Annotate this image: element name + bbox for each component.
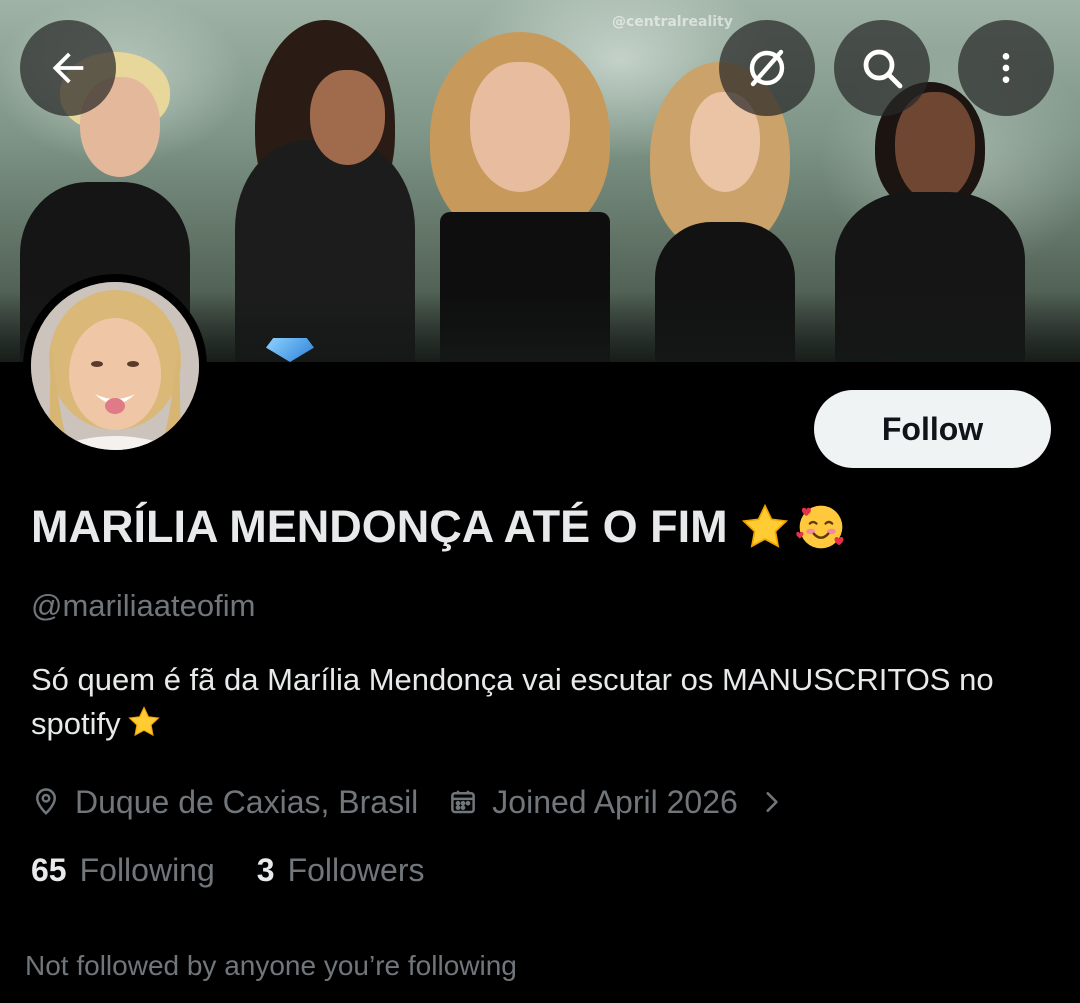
bio: Só quem é fã da Marília Mendonça vai esc… bbox=[31, 658, 1031, 746]
followers-link[interactable]: 3 Followers bbox=[257, 852, 425, 889]
follow-button[interactable]: Follow bbox=[814, 390, 1051, 468]
following-count: 65 bbox=[31, 852, 67, 888]
grok-button[interactable] bbox=[719, 20, 815, 116]
bio-text: Só quem é fã da Marília Mendonça vai esc… bbox=[31, 662, 994, 741]
back-button[interactable] bbox=[20, 20, 116, 116]
display-name-text: MARÍLIA MENDONÇA ATÉ O FIM bbox=[31, 501, 728, 552]
following-link[interactable]: 65 Following bbox=[31, 852, 215, 889]
banner-watermark: @centralreality bbox=[612, 14, 733, 30]
smiling-face-with-hearts-icon bbox=[795, 505, 844, 549]
search-icon bbox=[863, 49, 903, 89]
more-button[interactable] bbox=[958, 20, 1054, 116]
location-text: Duque de Caxias, Brasil bbox=[75, 783, 419, 820]
star-emoji-icon bbox=[741, 503, 788, 548]
mutual-followers-note: Not followed by anyone you’re following bbox=[25, 950, 517, 981]
user-handle: @mariliaateofim bbox=[31, 588, 256, 623]
location-pin-icon bbox=[35, 788, 57, 815]
followers-count: 3 bbox=[256, 852, 275, 888]
chevron-right-icon[interactable] bbox=[758, 789, 784, 815]
avatar-image bbox=[31, 282, 199, 450]
display-name: MARÍLIA MENDONÇA ATÉ O FIM bbox=[31, 500, 848, 554]
profile-meta: Duque de Caxias, Brasil Joined April 202… bbox=[31, 780, 784, 824]
following-label: Following bbox=[79, 852, 215, 888]
star-emoji-icon bbox=[127, 706, 160, 737]
avatar[interactable] bbox=[31, 282, 199, 450]
grok-slash-icon bbox=[749, 49, 785, 87]
arrow-left-icon bbox=[52, 52, 84, 84]
search-button[interactable] bbox=[834, 20, 930, 116]
followers-label: Followers bbox=[287, 852, 425, 888]
calendar-icon bbox=[451, 790, 476, 814]
more-vertical-icon bbox=[1002, 53, 1010, 83]
follow-stats: 65 Following 3 Followers bbox=[31, 852, 424, 889]
joined-text: Joined April 2026 bbox=[492, 783, 738, 820]
